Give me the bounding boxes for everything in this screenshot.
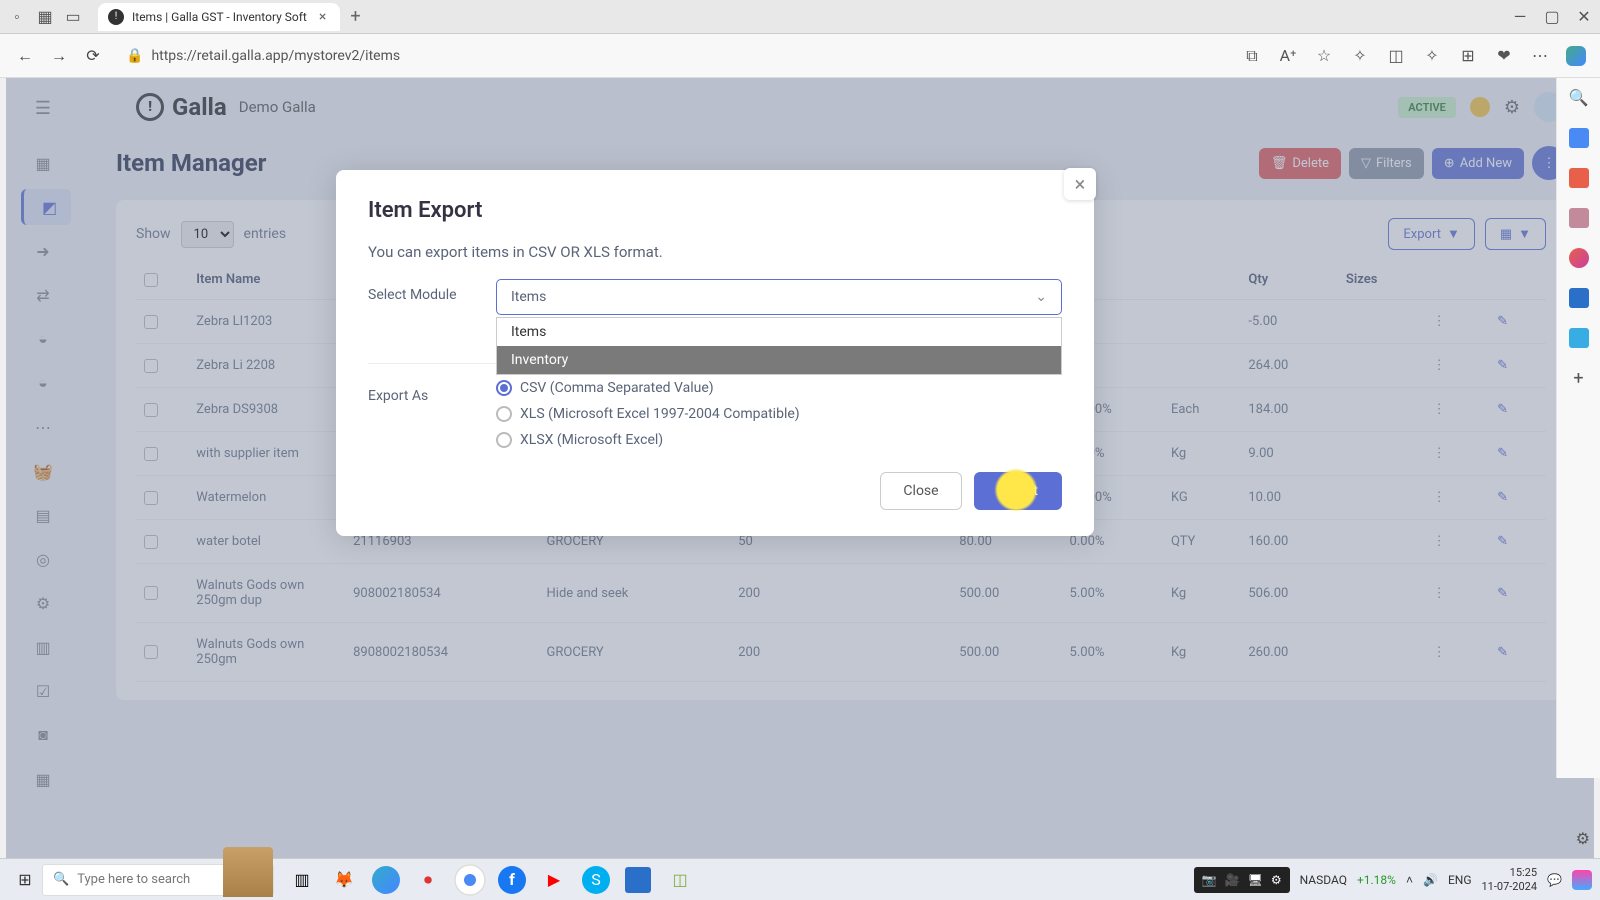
tab-title: Items | Galla GST - Inventory Soft (132, 10, 307, 24)
more-icon[interactable]: ⋯ (1530, 46, 1550, 66)
window-minimize-icon[interactable]: — (1512, 7, 1528, 26)
lang-indicator[interactable]: ENG (1448, 873, 1472, 887)
format-xlsx-label: XLSX (Microsoft Excel) (520, 432, 663, 448)
edge-office-icon[interactable] (1569, 248, 1589, 268)
stock-name[interactable]: NASDAQ (1300, 873, 1347, 887)
module-option-items[interactable]: Items (497, 318, 1061, 346)
edge-icon[interactable] (372, 866, 400, 894)
module-value: Items (511, 289, 546, 305)
browser-tab-strip: ◦ ▦ ▭ ! Items | Galla GST - Inventory So… (0, 0, 1600, 34)
tab-close-icon[interactable]: × (315, 9, 330, 25)
modal-close-action-button[interactable]: Close (880, 472, 961, 510)
favorite-icon[interactable]: ☆ (1314, 46, 1334, 66)
notification-icon[interactable]: 💬 (1547, 873, 1562, 887)
text-size-icon[interactable]: A⁺ (1278, 46, 1298, 66)
modal-title: Item Export (368, 198, 1062, 223)
record-icon[interactable]: ⏺ (410, 862, 446, 898)
app-container: ☰ ▦ ◩ ➜ ⇄ ◒ ◒ ⋯ 🧺 ▤ ◎ ⚙ ▥ ☑ ◙ ▦ ! Galla … (6, 78, 1594, 894)
camera-icon: 📷 (1202, 873, 1217, 887)
browser-tab[interactable]: ! Items | Galla GST - Inventory Soft × (98, 3, 340, 31)
taskbar: ⊞ 🔍 Type here to search ▥ 🦊 ⏺ f ▶ S ◫ 📷 … (0, 858, 1600, 900)
search-highlight-icon (223, 847, 273, 897)
search-icon: 🔍 (53, 872, 69, 887)
url-input[interactable]: 🔒 https://retail.galla.app/mystorev2/ite… (116, 44, 1230, 68)
stock-change[interactable]: +1.18% (1357, 873, 1396, 887)
video-icon: 🎥 (1225, 873, 1240, 887)
edge-search-icon[interactable]: 🔍 (1569, 88, 1589, 108)
format-csv-label: CSV (Comma Separated Value) (520, 380, 714, 396)
favicon-icon: ! (108, 9, 124, 25)
format-xlsx-radio[interactable]: XLSX (Microsoft Excel) (496, 432, 1062, 448)
chrome-icon[interactable] (452, 862, 488, 898)
chevron-down-icon: ⌄ (1035, 289, 1047, 305)
modal-subtitle: You can export items in CSV OR XLS forma… (368, 243, 1062, 261)
export-as-label: Export As (368, 380, 472, 404)
task-view-icon[interactable]: ▥ (284, 862, 320, 898)
firefox-icon[interactable]: 🦊 (326, 862, 362, 898)
module-dropdown: Items Inventory (496, 317, 1062, 375)
edge-tool1-icon[interactable] (1569, 128, 1589, 148)
modal-export-label: Export (998, 483, 1038, 499)
module-option-inventory[interactable]: Inventory (497, 346, 1061, 374)
volume-icon[interactable]: 🔊 (1423, 873, 1438, 887)
tray-time: 15:25 (1482, 866, 1538, 879)
format-xls-radio[interactable]: XLS (Microsoft Excel 1997-2004 Compatibl… (496, 406, 1062, 422)
tray-clock[interactable]: 15:25 11-07-2024 (1482, 866, 1538, 892)
edge-shopping-icon[interactable] (1569, 168, 1589, 188)
youtube-icon[interactable]: ▶ (536, 862, 572, 898)
edge-settings-icon[interactable]: ⚙ (1576, 829, 1590, 848)
gear-icon: ⚙ (1271, 873, 1282, 887)
app-icon[interactable]: ◫ (662, 862, 698, 898)
module-select[interactable]: Items ⌄ (496, 279, 1062, 315)
edge-people-icon[interactable] (1569, 208, 1589, 228)
shopping-icon[interactable]: ❤ (1494, 46, 1514, 66)
radio-icon (496, 380, 512, 396)
split-icon[interactable]: ◫ (1386, 46, 1406, 66)
module-label: Select Module (368, 279, 472, 303)
share-icon[interactable] (1572, 870, 1592, 890)
forward-icon[interactable]: → (48, 45, 70, 67)
modal-close-button[interactable]: × (1064, 168, 1096, 200)
tabactions-icon[interactable]: ▭ (64, 8, 82, 26)
tray-date: 11-07-2024 (1482, 880, 1538, 893)
monitor-icon: 🖥 (1248, 873, 1263, 887)
store-icon[interactable] (625, 867, 651, 893)
addon-icon[interactable]: ⊞ (1458, 46, 1478, 66)
radio-icon (496, 406, 512, 422)
format-xls-label: XLS (Microsoft Excel 1997-2004 Compatibl… (520, 406, 800, 422)
tray-media[interactable]: 📷 🎥 🖥 ⚙ (1194, 867, 1290, 893)
open-external-icon[interactable]: ⧉ (1242, 46, 1262, 66)
edge-outlook-icon[interactable] (1569, 288, 1589, 308)
search-placeholder: Type here to search (77, 872, 190, 887)
collections-icon[interactable]: ✧ (1422, 46, 1442, 66)
lock-icon: 🔒 (126, 48, 143, 64)
modal-export-button[interactable]: Export (974, 472, 1062, 510)
tray-chevron-icon[interactable]: ˄ (1406, 873, 1413, 887)
window-maximize-icon[interactable]: ▢ (1544, 7, 1560, 26)
item-export-modal: × Item Export You can export items in CS… (336, 170, 1094, 536)
format-csv-radio[interactable]: CSV (Comma Separated Value) (496, 380, 1062, 396)
skype-icon[interactable]: S (582, 866, 610, 894)
address-bar: ← → ⟳ 🔒 https://retail.galla.app/mystore… (0, 34, 1600, 78)
edge-add-icon[interactable]: + (1569, 368, 1589, 388)
extensions-icon[interactable]: ✧ (1350, 46, 1370, 66)
facebook-icon[interactable]: f (498, 866, 526, 894)
new-tab-button[interactable]: + (340, 6, 370, 27)
back-icon[interactable]: ← (14, 45, 36, 67)
edge-sidebar: 🔍 + (1556, 78, 1600, 778)
edge-send-icon[interactable] (1569, 328, 1589, 348)
radio-icon (496, 432, 512, 448)
taskbar-search[interactable]: 🔍 Type here to search (42, 864, 274, 896)
start-button[interactable]: ⊞ (8, 863, 42, 897)
url-text: https://retail.galla.app/mystorev2/items (151, 48, 400, 64)
workspaces-icon[interactable]: ▦ (36, 8, 54, 26)
copilot-icon[interactable] (1566, 46, 1586, 66)
profile-icon[interactable]: ◦ (8, 8, 26, 26)
window-close-icon[interactable]: ✕ (1576, 7, 1592, 26)
reload-icon[interactable]: ⟳ (82, 45, 104, 67)
